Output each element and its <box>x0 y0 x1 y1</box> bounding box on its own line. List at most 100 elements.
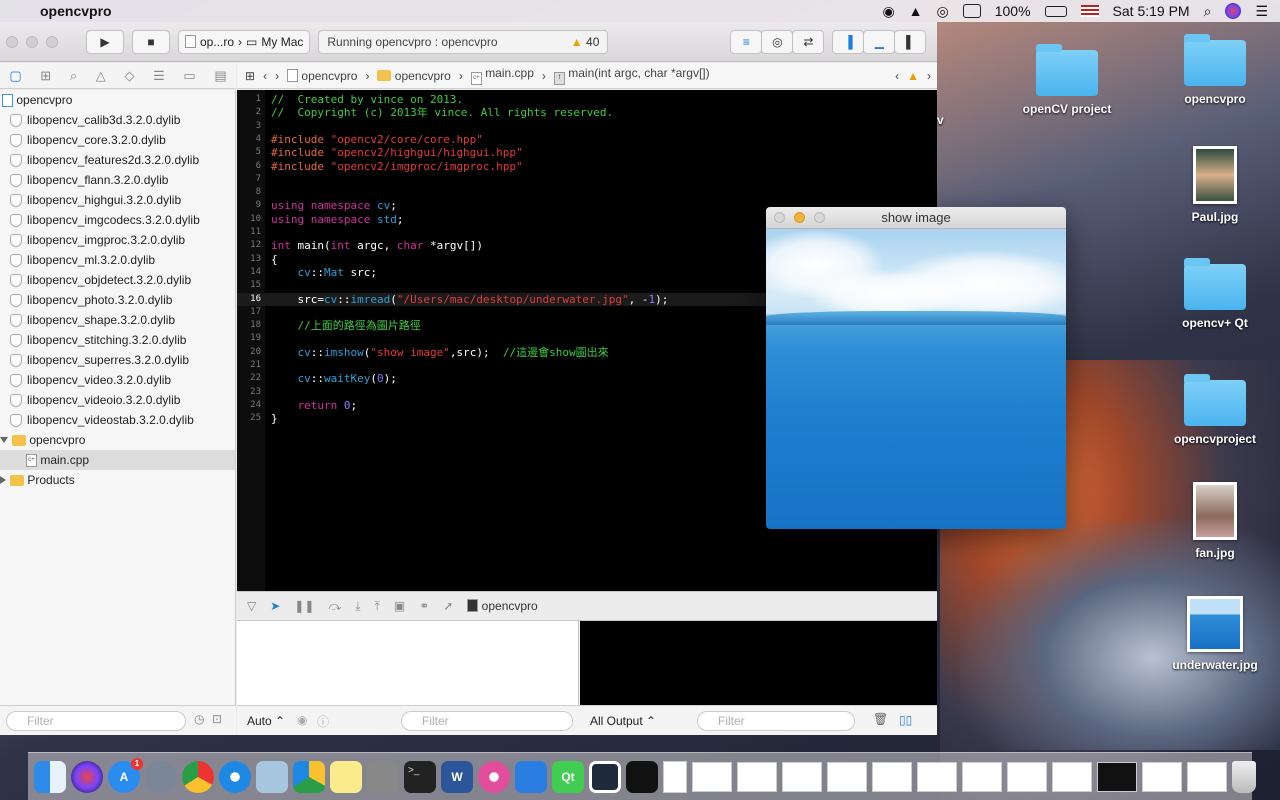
library-item[interactable]: libopencv_flann.3.2.0.dylib <box>0 170 235 190</box>
step-into-icon[interactable]: ⤓ <box>355 599 360 614</box>
assistant-editor-button[interactable]: ◎ <box>761 29 794 54</box>
adobe-icon[interactable]: ▲ <box>909 3 923 19</box>
back-button[interactable]: ‹ <box>263 69 267 83</box>
window-thumbnail[interactable] <box>692 761 732 792</box>
step-over-icon[interactable]: ⤼ <box>328 599 341 614</box>
file-main-cpp[interactable]: c+ main.cpp <box>0 450 235 470</box>
library-item[interactable]: libopencv_imgproc.3.2.0.dylib <box>0 230 235 250</box>
eye-icon[interactable]: ◉ <box>297 713 307 727</box>
xcode-dock-icon[interactable] <box>515 760 547 793</box>
pause-icon[interactable]: ❚❚ <box>294 599 314 613</box>
disclosure-closed-icon[interactable] <box>0 476 6 484</box>
library-item[interactable]: libopencv_stitching.3.2.0.dylib <box>0 330 235 350</box>
image-close-button[interactable] <box>774 212 785 223</box>
window-thumbnail[interactable] <box>1187 761 1227 792</box>
library-item[interactable]: libopencv_videostab.3.2.0.dylib <box>0 410 235 430</box>
scheme-selector[interactable]: op...ro › ▭ My Mac <box>178 29 311 54</box>
library-item[interactable]: libopencv_core.3.2.0.dylib <box>0 130 235 150</box>
related-items-icon[interactable]: ⊞ <box>245 69 255 83</box>
split-view-icon[interactable]: ▯▯ <box>899 713 912 727</box>
variables-view[interactable] <box>237 621 579 705</box>
notes-icon[interactable] <box>330 760 362 793</box>
library-item[interactable]: libopencv_videoio.3.2.0.dylib <box>0 390 235 410</box>
library-item[interactable]: libopencv_photo.3.2.0.dylib <box>0 290 235 310</box>
app-store-icon[interactable]: A1 <box>108 757 143 793</box>
desktop-icon-opencvproject[interactable]: opencvproject <box>1160 374 1270 446</box>
toggle-utilities-button[interactable]: ▌ <box>894 29 927 54</box>
code-line[interactable]: 1 // Created by vince on 2013. <box>237 93 937 106</box>
symbol-navigator-icon[interactable]: ⊞ <box>40 68 51 84</box>
window-thumbnail[interactable] <box>872 761 912 792</box>
chrome-icon[interactable] <box>182 760 214 793</box>
run-button[interactable]: ▶ <box>86 29 124 54</box>
debug-navigator-icon[interactable]: ☰ <box>153 68 165 84</box>
library-item[interactable]: libopencv_calib3d.3.2.0.dylib <box>0 110 235 130</box>
all-output-dropdown[interactable]: All Output ⌃ <box>590 714 656 728</box>
modified-files-icon[interactable]: ⊡ <box>212 712 222 726</box>
jump-file[interactable]: c+ main.cpp <box>470 66 534 85</box>
standard-editor-button[interactable]: ≡ <box>730 29 763 54</box>
word-icon[interactable]: W <box>441 760 473 793</box>
spotlight-search-icon[interactable]: ⌕ <box>1204 3 1212 20</box>
toggle-debug-area-button[interactable]: ▁ <box>863 29 896 54</box>
warning-badge[interactable]: ▲ 40 <box>571 35 600 49</box>
airplay-icon[interactable] <box>962 4 981 18</box>
navigator-filter-input[interactable]: Filter <box>6 711 186 731</box>
step-out-icon[interactable]: ⤒ <box>375 599 380 614</box>
find-navigator-icon[interactable]: ⌕ <box>70 68 77 84</box>
code-line[interactable]: 6 #include "opencv2/imgproc/imgproc.hpp" <box>237 160 937 173</box>
forward-button[interactable]: › <box>275 69 279 83</box>
console-dock-icon[interactable] <box>626 760 658 793</box>
window-minimize-button[interactable] <box>26 35 38 48</box>
library-item[interactable]: libopencv_highgui.3.2.0.dylib <box>0 190 235 210</box>
qt-creator-icon[interactable]: Qt <box>552 760 584 793</box>
code-line[interactable]: 4 #include "opencv2/core/core.hpp" <box>237 133 937 146</box>
launchpad-icon[interactable] <box>145 760 177 793</box>
recent-files-icon[interactable]: ◷ <box>194 712 204 726</box>
report-navigator-icon[interactable]: ▤ <box>214 68 226 84</box>
desktop-icon-opencvpro[interactable]: opencvpro <box>1160 34 1270 106</box>
library-item[interactable]: libopencv_ml.3.2.0.dylib <box>0 250 235 270</box>
group-products[interactable]: Products <box>0 470 235 490</box>
code-line[interactable]: 8 <box>237 186 937 199</box>
window-thumbnail[interactable] <box>827 761 867 792</box>
project-root[interactable]: opencvpro <box>0 90 235 110</box>
window-thumbnail[interactable] <box>737 761 777 792</box>
google-drive-icon[interactable] <box>293 760 325 793</box>
view-hierarchy-icon[interactable]: ▣ <box>394 599 405 613</box>
variables-filter-input[interactable]: Filter <box>401 711 573 731</box>
image-window-titlebar[interactable]: show image <box>766 207 1066 229</box>
desktop-icon-paul-jpg[interactable]: Paul.jpg <box>1160 146 1270 224</box>
disclosure-open-icon[interactable] <box>0 437 8 443</box>
desktop-icon-opencv-project[interactable]: openCV project <box>1012 44 1122 116</box>
desktop-icon-underwater-jpg[interactable]: underwater.jpg <box>1160 596 1270 672</box>
show-image-window[interactable]: show image <box>766 207 1066 529</box>
breakpoints-toggle-icon[interactable]: ➤ <box>270 599 280 613</box>
console-filter-input[interactable]: Filter <box>697 711 855 731</box>
code-line[interactable]: 3 <box>237 120 937 133</box>
image-minimize-button[interactable] <box>794 212 805 223</box>
image-zoom-button[interactable] <box>814 212 825 223</box>
clock[interactable]: Sat 5:19 PM <box>1113 3 1190 19</box>
terminal-dock-icon[interactable]: >_ <box>404 760 436 793</box>
group-opencvpro[interactable]: opencvpro <box>0 430 235 450</box>
finder-icon[interactable] <box>34 760 66 793</box>
jump-project[interactable]: opencvpro <box>287 68 357 83</box>
info-icon[interactable]: ⓘ <box>317 713 329 730</box>
window-thumbnail[interactable] <box>1142 761 1182 792</box>
window-thumbnail[interactable] <box>1097 761 1137 792</box>
memory-graph-icon[interactable]: ⚭ <box>419 599 429 613</box>
version-editor-button[interactable]: ⇄ <box>792 29 825 54</box>
console-view[interactable] <box>580 621 937 705</box>
library-item[interactable]: libopencv_imgcodecs.3.2.0.dylib <box>0 210 235 230</box>
window-zoom-button[interactable] <box>46 35 58 48</box>
siri-icon[interactable] <box>1225 3 1242 19</box>
document-icon[interactable] <box>663 760 687 793</box>
notification-center-icon[interactable]: ☰ <box>1255 3 1268 20</box>
desktop-icon-opencv-qt[interactable]: opencv+ Qt <box>1160 258 1270 330</box>
window-close-button[interactable] <box>6 35 18 48</box>
stop-button[interactable]: ■ <box>132 29 170 54</box>
jump-function[interactable]: f main(int argc, char *argv[]) <box>553 66 710 85</box>
test-navigator-icon[interactable]: ◇ <box>124 68 134 84</box>
window-thumbnail[interactable] <box>917 761 957 792</box>
